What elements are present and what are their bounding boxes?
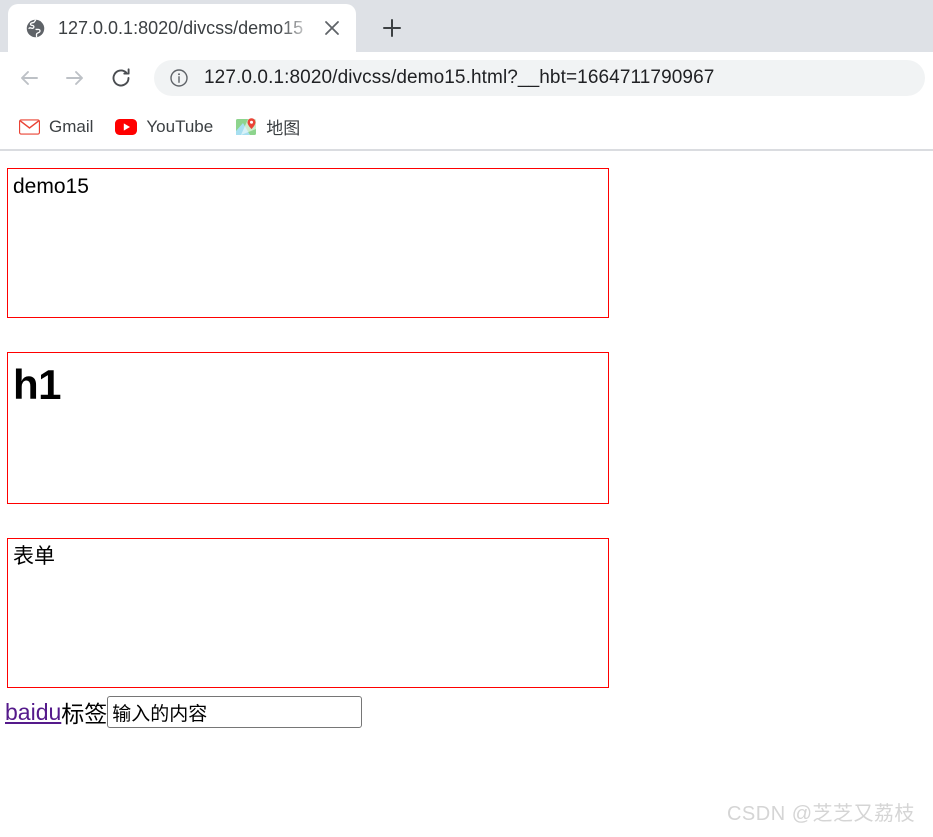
youtube-icon: [115, 116, 138, 138]
forward-button[interactable]: [56, 59, 94, 97]
tab-strip: 127.0.0.1:8020/divcss/demo15: [0, 0, 933, 52]
reload-icon: [112, 68, 130, 87]
box-text-demo15: demo15: [13, 175, 89, 198]
content-box-form: 表单: [7, 538, 609, 688]
reload-button[interactable]: [102, 59, 140, 97]
form-label: 标签: [61, 701, 108, 727]
globe-icon: [24, 17, 46, 39]
back-button[interactable]: [10, 59, 48, 97]
new-tab-button[interactable]: [370, 6, 414, 50]
form-row: baidu 标签: [5, 695, 363, 729]
address-bar[interactable]: 127.0.0.1:8020/divcss/demo15.html?__hbt=…: [154, 60, 925, 96]
url-text: 127.0.0.1:8020/divcss/demo15.html?__hbt=…: [204, 67, 715, 88]
browser-tab[interactable]: 127.0.0.1:8020/divcss/demo15: [8, 4, 356, 52]
bookmark-label: Gmail: [49, 116, 94, 136]
bookmarks-bar: Gmail YouTube 地图: [0, 104, 933, 151]
bookmark-maps[interactable]: 地图: [227, 110, 308, 144]
box-text-form: 表单: [13, 545, 55, 568]
bookmark-label: YouTube: [146, 116, 214, 136]
browser-window: 127.0.0.1:8020/divcss/demo15 127.0.0.1:8…: [0, 0, 933, 837]
baidu-link[interactable]: baidu: [5, 699, 61, 726]
gmail-icon: [18, 116, 40, 138]
browser-toolbar: 127.0.0.1:8020/divcss/demo15.html?__hbt=…: [0, 52, 933, 104]
tab-title: 127.0.0.1:8020/divcss/demo15: [58, 17, 304, 38]
watermark: CSDN @芝芝又荔枝: [726, 803, 915, 825]
plus-icon: [383, 19, 401, 37]
google-maps-icon: [235, 116, 257, 138]
forward-arrow-icon: [66, 71, 83, 85]
content-box-demo15: demo15: [7, 168, 609, 318]
text-input[interactable]: [107, 696, 363, 728]
bookmark-label: 地图: [266, 119, 301, 138]
bookmark-youtube[interactable]: YouTube: [107, 110, 221, 144]
bookmark-gmail[interactable]: Gmail: [10, 110, 101, 144]
back-arrow-icon: [21, 71, 38, 85]
page-viewport: demo15 h1 表单 baidu 标签 CSDN @芝芝又荔枝: [0, 151, 933, 836]
heading-h1: h1: [13, 361, 62, 408]
info-circle-icon[interactable]: [168, 67, 190, 89]
content-box-h1: h1: [7, 352, 609, 504]
close-icon[interactable]: [318, 14, 346, 42]
